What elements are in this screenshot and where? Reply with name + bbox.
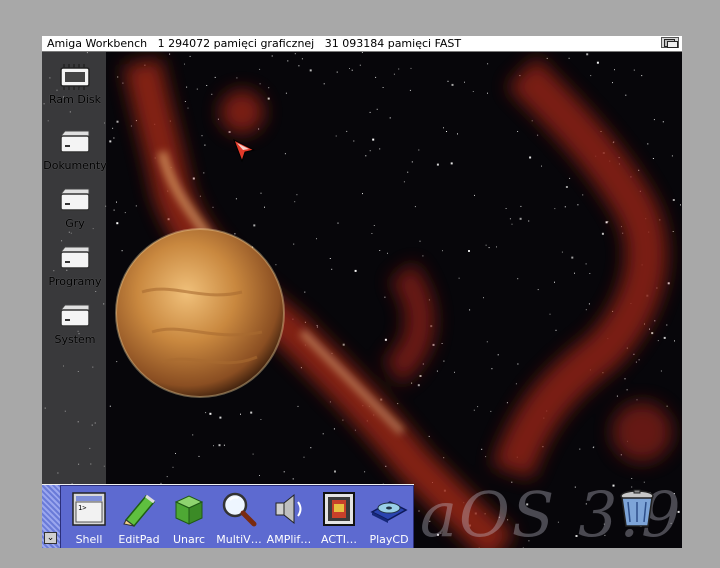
dock-item-acti[interactable]: ACTI…	[314, 490, 364, 546]
ram-disk-icon	[60, 64, 90, 90]
mouse-pointer-icon	[233, 138, 256, 163]
icon-label: Gry	[65, 217, 85, 230]
cd-icon	[370, 501, 408, 523]
dock-item-editpad[interactable]: EditPad	[114, 490, 164, 546]
speaker-icon	[275, 493, 302, 525]
dock-item-amplifier[interactable]: AMPlif…	[264, 490, 314, 546]
screen-title-bar[interactable]: Amiga Workbench 1 294072 pamięci graficz…	[42, 36, 682, 52]
hard-drive-icon	[59, 130, 90, 153]
editpad-icon	[123, 494, 156, 528]
ram-disk-icon-item[interactable]: Ram Disk	[42, 62, 108, 106]
dock-item-unarc[interactable]: Unarc	[164, 490, 214, 546]
depth-gadget-icon[interactable]	[661, 37, 679, 48]
icon-label: Programy	[48, 275, 102, 288]
chevron-down-icon[interactable]: ⌄	[44, 532, 57, 544]
workbench-screen: Amiga Workbench 1 294072 pamięci graficz…	[42, 36, 682, 548]
icon-label: System	[54, 333, 96, 346]
gry-drive-item[interactable]: Gry	[42, 186, 108, 230]
trashcan-icon[interactable]	[616, 488, 658, 530]
hard-drive-icon	[59, 304, 90, 327]
unarc-box-icon	[174, 495, 204, 525]
dock-item-shell[interactable]: 1> Shell	[64, 490, 114, 546]
svg-text:1>: 1>	[78, 504, 86, 512]
icon-label: Dokumenty	[43, 159, 107, 172]
screen-title: Amiga Workbench 1 294072 pamięci graficz…	[47, 37, 462, 50]
space-backdrop	[42, 52, 682, 548]
system-drive-item[interactable]: System	[42, 302, 108, 346]
programy-drive-item[interactable]: Programy	[42, 244, 108, 288]
hard-drive-icon	[59, 188, 90, 211]
dock-icon-strip: 1> Shell EditPad Unarc MultiV… AMPlif… A…	[60, 485, 414, 548]
dock-item-label: PlayCD	[369, 533, 409, 546]
dock-item-multiview[interactable]: MultiV…	[214, 490, 264, 546]
dock-item-playcd[interactable]: PlayCD	[364, 490, 414, 546]
acti-icon	[323, 492, 355, 526]
planet	[115, 228, 285, 398]
shell-icon: 1>	[72, 492, 106, 526]
magnifier-icon	[222, 492, 257, 527]
dock-bar: ⌄ 1> Shell EditPad Unarc MultiV… AMPlif……	[42, 484, 414, 548]
dokumenty-drive-item[interactable]: Dokumenty	[42, 128, 108, 172]
icon-label: Ram Disk	[49, 93, 101, 106]
hard-drive-icon	[59, 246, 90, 269]
